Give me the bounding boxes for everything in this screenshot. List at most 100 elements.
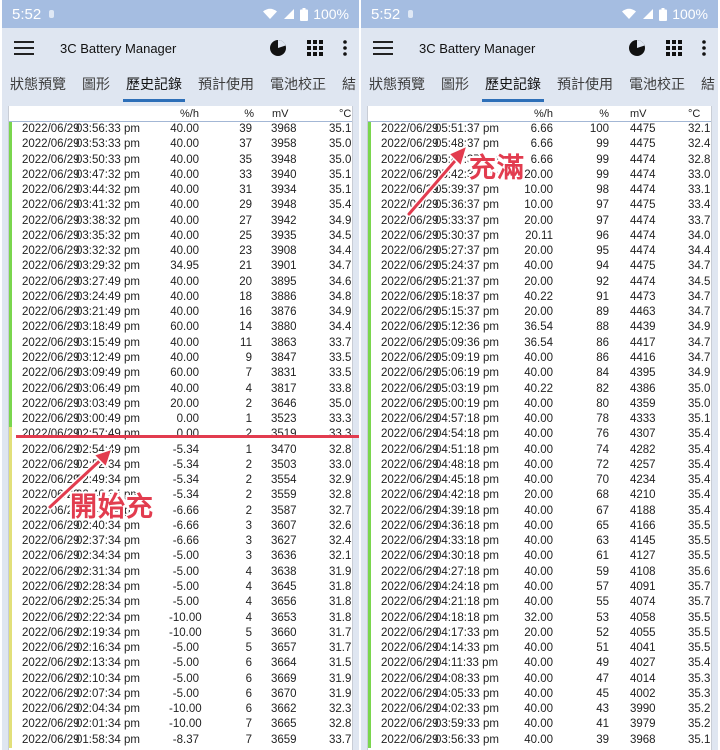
table-row[interactable]: 2022/06/29 04:27:18 pm 40.00 59 4108 35.6 — [368, 564, 711, 580]
table-row[interactable]: 2022/06/29 03:03:49 pm 20.00 2 3646 35.0 — [9, 396, 352, 413]
table-row[interactable]: 2022/06/29 02:31:34 pm -5.00 4 3638 31.9 — [9, 564, 352, 580]
table-row[interactable]: 2022/06/29 02:40:34 pm -6.66 3 3607 32.6 — [9, 518, 352, 535]
table-row[interactable]: 2022/06/29 03:59:33 pm 40.00 41 3979 35.2 — [368, 717, 711, 733]
row-rate: 20.11 — [525, 229, 553, 242]
table-row[interactable]: 2022/06/29 03:44:32 pm 40.00 31 3934 35.1 — [9, 183, 352, 199]
table-row[interactable]: 2022/06/29 04:24:18 pm 40.00 57 4091 35.7 — [368, 579, 711, 596]
table-row[interactable]: 2022/06/29 04:54:18 pm 40.00 76 4307 35.4 — [368, 427, 711, 443]
tab-1[interactable]: 圖形 — [82, 74, 116, 102]
table-row[interactable]: 2022/06/29 02:16:34 pm -5.00 5 3657 31.7 — [9, 641, 352, 657]
pie-chart-icon[interactable] — [628, 39, 646, 57]
table-row[interactable]: 2022/06/29 05:27:37 pm 20.00 95 4474 34.4 — [368, 244, 711, 260]
table-row[interactable]: 2022/06/29 05:06:19 pm 40.00 84 4395 34.9 — [368, 366, 711, 382]
history-list[interactable]: %/h % mV °C 2022/06/29 03:56:33 pm 40.00 39… — [8, 106, 353, 750]
table-row[interactable]: 2022/06/29 03:47:32 pm 40.00 33 3940 35.1 — [9, 167, 352, 184]
tab-2[interactable]: 歷史記錄 — [482, 74, 547, 102]
table-row[interactable]: 2022/06/29 02:07:34 pm -5.00 6 3670 31.9 — [9, 686, 352, 703]
table-row[interactable]: 2022/06/29 03:32:32 pm 40.00 23 3908 34.4 — [9, 244, 352, 260]
table-row[interactable]: 2022/06/29 05:30:37 pm 20.11 96 4474 34.0 — [368, 228, 711, 245]
table-row[interactable]: 2022/06/29 04:11:33 pm 40.00 49 4027 35.4 — [368, 656, 711, 672]
table-row[interactable]: 2022/06/29 02:10:34 pm -5.00 6 3669 31.9 — [9, 671, 352, 687]
more-vert-icon[interactable] — [702, 40, 706, 56]
table-row[interactable]: 2022/06/29 05:15:37 pm 20.00 89 4463 34.7 — [368, 305, 711, 321]
table-row[interactable]: 2022/06/29 03:29:32 pm 34.95 21 3901 34.7 — [9, 259, 352, 275]
table-row[interactable]: 2022/06/29 04:36:18 pm 40.00 65 4166 35.5 — [368, 518, 711, 535]
table-row[interactable]: 2022/06/29 05:51:37 pm 6.66 100 4475 32.1 — [368, 122, 711, 138]
table-row[interactable]: 2022/06/29 04:02:33 pm 40.00 43 3990 35.2 — [368, 702, 711, 718]
table-row[interactable]: 2022/06/29 05:18:37 pm 40.22 91 4473 34.7 — [368, 289, 711, 306]
table-row[interactable]: 2022/06/29 04:21:18 pm 40.00 55 4074 35.7 — [368, 595, 711, 611]
table-row[interactable]: 2022/06/29 03:06:49 pm 40.00 4 3817 33.8 — [9, 381, 352, 397]
table-row[interactable]: 2022/06/29 03:35:32 pm 40.00 25 3935 34.5 — [9, 228, 352, 245]
table-row[interactable]: 2022/06/29 04:48:18 pm 40.00 72 4257 35.4 — [368, 457, 711, 474]
row-date: 2022/06/29 — [22, 153, 80, 166]
row-time: 02:22:34 pm — [76, 611, 140, 624]
table-row[interactable]: 2022/06/29 04:51:18 pm 40.00 74 4282 35.4 — [368, 442, 711, 458]
table-row[interactable]: 2022/06/29 03:56:33 pm 40.00 39 3968 35.1 — [9, 122, 352, 138]
tab-5[interactable]: 結 — [342, 74, 359, 102]
table-row[interactable]: 2022/06/29 03:18:49 pm 60.00 14 3880 34.4 — [9, 320, 352, 336]
table-row[interactable]: 2022/06/29 03:56:33 pm 40.00 39 3968 35.1 — [368, 732, 711, 748]
grid-icon[interactable] — [307, 40, 323, 56]
tab-5[interactable]: 結 — [701, 74, 718, 102]
table-row[interactable]: 2022/06/29 04:14:33 pm 40.00 51 4041 35.5 — [368, 641, 711, 657]
table-row[interactable]: 2022/06/29 04:18:18 pm 32.00 53 4058 35.5 — [368, 610, 711, 626]
table-row[interactable]: 2022/06/29 01:58:34 pm -8.37 7 3659 33.7 — [9, 732, 352, 748]
tab-0[interactable]: 狀態預覽 — [10, 74, 72, 102]
tab-3[interactable]: 預計使用 — [198, 74, 260, 102]
charge-state-indicator — [368, 183, 371, 199]
table-row[interactable]: 2022/06/29 05:24:37 pm 40.00 94 4475 34.7 — [368, 259, 711, 275]
app-title: 3C Battery Manager — [60, 40, 177, 56]
pie-chart-icon[interactable] — [269, 39, 287, 57]
table-row[interactable]: 2022/06/29 04:30:18 pm 40.00 61 4127 35.5 — [368, 549, 711, 565]
table-row[interactable]: 2022/06/29 02:04:34 pm -10.00 6 3662 32.3 — [9, 702, 352, 718]
table-row[interactable]: 2022/06/29 02:28:34 pm -5.00 4 3645 31.8 — [9, 579, 352, 596]
table-row[interactable]: 2022/06/29 03:24:49 pm 40.00 18 3886 34.8 — [9, 289, 352, 306]
tab-4[interactable]: 電池校正 — [270, 74, 332, 102]
table-row[interactable]: 2022/06/29 04:39:18 pm 40.00 67 4188 35.4 — [368, 503, 711, 519]
menu-icon[interactable] — [373, 41, 393, 55]
table-row[interactable]: 2022/06/29 05:12:36 pm 36.54 88 4439 34.9 — [368, 320, 711, 336]
table-row[interactable]: 2022/06/29 02:01:34 pm -10.00 7 3665 32.8 — [9, 717, 352, 733]
table-row[interactable]: 2022/06/29 02:37:34 pm -6.66 3 3627 32.4 — [9, 534, 352, 550]
tab-0[interactable]: 狀態預覽 — [369, 74, 431, 102]
more-vert-icon[interactable] — [343, 40, 347, 56]
row-percent: 68 — [596, 489, 609, 502]
table-row[interactable]: 2022/06/29 02:25:34 pm -5.00 4 3656 31.8 — [9, 595, 352, 611]
table-row[interactable]: 2022/06/29 02:22:34 pm -10.00 4 3653 31.8 — [9, 610, 352, 626]
table-row[interactable]: 2022/06/29 04:05:33 pm 40.00 45 4002 35.3 — [368, 686, 711, 703]
table-row[interactable]: 2022/06/29 03:27:49 pm 40.00 20 3895 34.6 — [9, 274, 352, 290]
tab-3[interactable]: 預計使用 — [557, 74, 619, 102]
table-row[interactable]: 2022/06/29 04:33:18 pm 40.00 63 4145 35.5 — [368, 534, 711, 550]
table-row[interactable]: 2022/06/29 04:17:33 pm 20.00 52 4055 35.5 — [368, 625, 711, 642]
table-row[interactable]: 2022/06/29 05:21:37 pm 20.00 92 4474 34.5 — [368, 274, 711, 290]
table-row[interactable]: 2022/06/29 02:13:34 pm -5.00 6 3664 31.5 — [9, 656, 352, 672]
table-row[interactable]: 2022/06/29 03:38:32 pm 40.00 27 3942 34.9 — [9, 213, 352, 229]
table-row[interactable]: 2022/06/29 03:50:33 pm 40.00 35 3948 35.0 — [9, 152, 352, 168]
table-row[interactable]: 2022/06/29 04:42:18 pm 20.00 68 4210 35.4 — [368, 488, 711, 504]
table-row[interactable]: 2022/06/29 03:00:49 pm 0.00 1 3523 33.3 — [9, 412, 352, 428]
table-row[interactable]: 2022/06/29 02:34:34 pm -5.00 3 3636 32.1 — [9, 549, 352, 565]
tab-1[interactable]: 圖形 — [441, 74, 475, 102]
tab-2[interactable]: 歷史記錄 — [123, 74, 188, 102]
table-row[interactable]: 2022/06/29 04:08:33 pm 40.00 47 4014 35.3 — [368, 671, 711, 687]
table-row[interactable]: 2022/06/29 03:09:49 pm 60.00 7 3831 33.5 — [9, 366, 352, 382]
table-row[interactable]: 2022/06/29 04:45:18 pm 40.00 70 4234 35.4 — [368, 473, 711, 489]
table-row[interactable]: 2022/06/29 03:41:32 pm 40.00 29 3948 35.4 — [9, 198, 352, 214]
table-row[interactable]: 2022/06/29 03:53:33 pm 40.00 37 3958 35.0 — [9, 137, 352, 153]
table-row[interactable]: 2022/06/29 02:19:34 pm -10.00 5 3660 31.7 — [9, 625, 352, 642]
menu-icon[interactable] — [14, 41, 34, 55]
table-row[interactable]: 2022/06/29 05:09:36 pm 36.54 86 4417 34.7 — [368, 335, 711, 351]
grid-icon[interactable] — [666, 40, 682, 56]
table-row[interactable]: 2022/06/29 05:03:19 pm 40.22 82 4386 35.0 — [368, 381, 711, 397]
row-rate: 20.00 — [524, 275, 553, 288]
tab-4[interactable]: 電池校正 — [629, 74, 691, 102]
table-row[interactable]: 2022/06/29 05:09:19 pm 40.00 86 4416 34.7 — [368, 350, 711, 367]
table-row[interactable]: 2022/06/29 05:00:19 pm 40.00 80 4359 35.0 — [368, 396, 711, 413]
table-row[interactable]: 2022/06/29 03:21:49 pm 40.00 16 3876 34.9 — [9, 305, 352, 321]
table-row[interactable]: 2022/06/29 03:12:49 pm 40.00 9 3847 33.5 — [9, 350, 352, 367]
table-row[interactable]: 2022/06/29 03:15:49 pm 40.00 11 3863 33.7 — [9, 335, 352, 351]
row-rate: 40.00 — [170, 351, 199, 364]
table-row[interactable]: 2022/06/29 04:57:18 pm 40.00 78 4333 35.1 — [368, 412, 711, 428]
charge-state-indicator — [368, 289, 371, 306]
